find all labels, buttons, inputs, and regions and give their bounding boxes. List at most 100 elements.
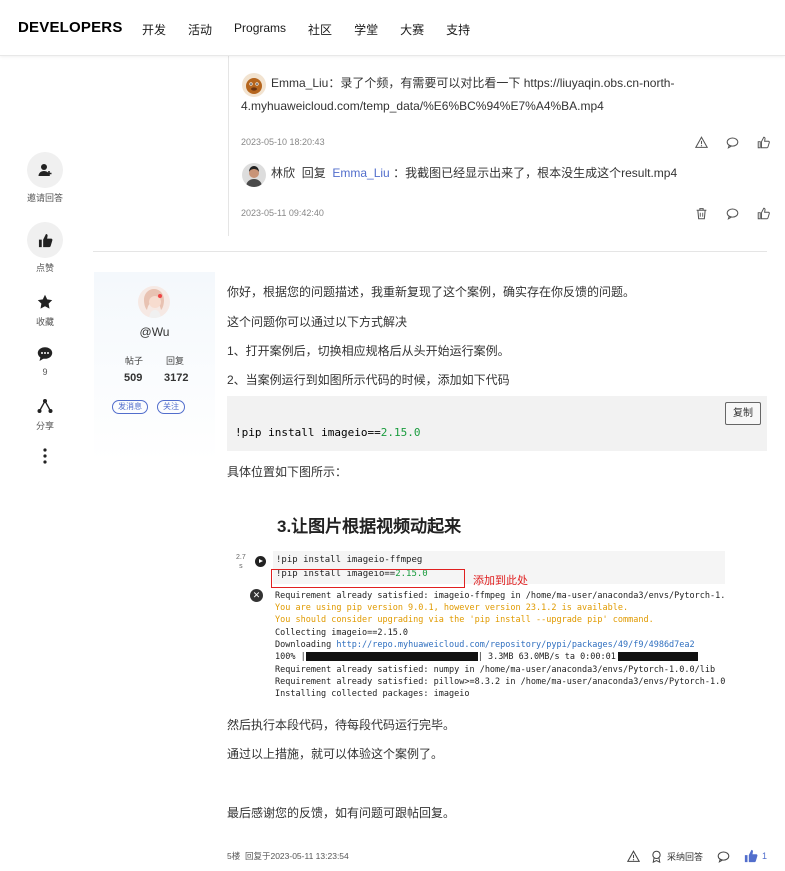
like-button[interactable]: 点赞 — [24, 222, 66, 274]
notebook-progress-text: | 3.3MB 63.0MB/s ta 0:00:01 — [477, 652, 616, 662]
comment-text-continued: 4.myhuaweicloud.com/temp_data/%E6%BC%94%… — [241, 99, 604, 113]
author-card: @Wu 帖子 回复 509 3172 发消息 关注 — [94, 272, 215, 462]
code-text: !pip install imageio== — [235, 426, 381, 439]
share-label: 分享 — [35, 421, 54, 431]
notebook-output-line: Installing collected packages: imageio — [275, 689, 470, 699]
answer-footer: 5楼 回复于2023-05-11 13:23:54 采纳回答 1 — [227, 849, 767, 864]
answer-paragraph: 最后感谢您的反馈，如有问题可跟帖回复。 — [227, 806, 456, 820]
follow-button[interactable]: 关注 — [157, 400, 185, 414]
like-count: 1 — [761, 851, 767, 861]
exec-time: 2.7 s — [236, 553, 246, 571]
nav-item-contests[interactable]: 大赛 — [400, 21, 424, 38]
vertical-ellipsis-icon — [24, 446, 66, 466]
main-nav: 开发 活动 Programs 社区 学堂 大赛 支持 — [142, 21, 492, 38]
like-button[interactable]: 1 — [744, 849, 767, 863]
thumbs-up-icon — [744, 849, 758, 863]
report-button[interactable] — [626, 849, 640, 863]
clear-output-icon: ✕ — [250, 589, 263, 602]
nav-item-activities[interactable]: 活动 — [188, 21, 212, 38]
comment-button[interactable]: 9 — [24, 344, 66, 377]
comment-timestamp: 2023-05-11 09:42:40 — [241, 208, 324, 218]
nav-item-support[interactable]: 支持 — [446, 21, 470, 38]
notebook-output-line: Requirement already satisfied: pillow>=8… — [275, 677, 725, 687]
top-nav-bar: DEVELOPERS 开发 活动 Programs 社区 学堂 大赛 支持 — [0, 0, 785, 56]
notebook-output-link: http://repo.myhuaweicloud.com/repository… — [336, 640, 695, 650]
avatar[interactable] — [242, 163, 266, 187]
answer-paragraph: 然后执行本段代码，待每段代码运行完毕。 — [227, 718, 456, 732]
send-message-button[interactable]: 发消息 — [112, 400, 148, 414]
replies-count: 3172 — [164, 372, 189, 384]
run-cell-icon — [255, 556, 266, 567]
comment-bubble-icon — [717, 851, 730, 863]
comment-body: Emma_Liu：录了个频，有需要可以对比看一下 https://liuyaqi… — [271, 72, 771, 95]
code-line[interactable]: !pip install imageio==2.15.0 — [235, 426, 420, 439]
comment-text: 录了个频，有需要可以对比看一下 https://liuyaqin.obs.cn-… — [340, 76, 675, 90]
floor-number: 5楼 — [227, 851, 241, 861]
highlight-box — [271, 569, 465, 588]
nav-item-academy[interactable]: 学堂 — [354, 21, 378, 38]
comment-bubble-icon — [24, 344, 66, 364]
notebook-output-warning: You should consider upgrading via the 'p… — [275, 615, 654, 625]
post-divider — [93, 251, 767, 252]
invite-answer-label: 邀请回答 — [26, 193, 63, 203]
invite-user-icon — [27, 152, 63, 188]
nav-item-community[interactable]: 社区 — [308, 21, 332, 38]
comment-count: 9 — [42, 367, 48, 377]
replies-label: 回复 — [166, 356, 185, 366]
progress-bar — [305, 652, 478, 661]
like-label: 点赞 — [35, 263, 54, 273]
author-name[interactable]: @Wu — [94, 325, 215, 339]
favorite-button[interactable]: 收藏 — [24, 292, 66, 328]
notebook-progress-percent: 100% | — [275, 652, 306, 662]
accept-answer-label: 采纳回答 — [666, 851, 703, 862]
site-logo[interactable]: DEVELOPERS — [18, 19, 123, 36]
notebook-output-line: Requirement already satisfied: numpy in … — [275, 665, 716, 675]
like-outline-icon[interactable] — [757, 207, 770, 220]
share-icon — [24, 396, 66, 416]
accept-answer-button[interactable]: 采纳回答 — [650, 850, 703, 863]
nav-item-develop[interactable]: 开发 — [142, 21, 166, 38]
comment-separator: ： — [393, 166, 406, 180]
comment-author[interactable]: 林欣 — [271, 166, 295, 180]
answer-paragraph: 2、当案例运行到如图所示代码的时候，添加如下代码 — [227, 373, 510, 387]
award-badge-icon — [652, 850, 661, 863]
posts-count: 509 — [124, 372, 143, 384]
comment-thread: Emma_Liu：录了个频，有需要可以对比看一下 https://liuyaqi… — [228, 56, 773, 236]
comment-text: 我截图已经显示出来了，根本没生成这个result.mp4 — [405, 166, 678, 180]
report-warning-icon — [626, 849, 640, 862]
notebook-output-line: Requirement already satisfied: imageio-f… — [275, 591, 725, 601]
delete-trash-icon[interactable] — [695, 207, 708, 220]
thumbs-up-icon — [27, 222, 63, 258]
share-button[interactable]: 分享 — [24, 396, 66, 432]
copy-code-button[interactable]: 复制 — [725, 402, 761, 425]
reply-word: 回复 — [301, 166, 326, 180]
progress-bar — [617, 652, 698, 661]
answer-paragraph: 具体位置如下图所示： — [227, 465, 348, 479]
invite-answer-button[interactable]: 邀请回答 — [24, 152, 66, 204]
answer-paragraph: 这个问题你可以通过以下方式解决 — [227, 315, 408, 329]
comment-timestamp: 2023-05-10 18:20:43 — [241, 137, 325, 147]
like-outline-icon[interactable] — [757, 136, 770, 149]
more-options-button[interactable] — [24, 446, 66, 466]
comment-button[interactable] — [717, 850, 730, 863]
reply-timestamp: 回复于2023-05-11 13:23:54 — [244, 851, 349, 861]
notebook-output-text: Downloading — [275, 640, 337, 650]
comment-author[interactable]: Emma_Liu — [271, 76, 328, 90]
screenshot-section-heading: 3.让图片根据视频动起来 — [277, 517, 462, 536]
answer-paragraph: 通过以上措施，就可以体验这个案例了。 — [227, 747, 444, 761]
report-warning-icon[interactable] — [695, 136, 708, 149]
answer-paragraph: 1、打开案例后，切换相应规格后从头开始运行案例。 — [227, 344, 510, 358]
notebook-code-line: !pip install imageio-ffmpeg — [276, 555, 423, 565]
reply-comment-icon[interactable] — [726, 136, 739, 149]
avatar[interactable] — [138, 286, 170, 318]
code-version: 2.15.0 — [380, 426, 421, 439]
reply-to-user-link[interactable]: Emma_Liu — [332, 166, 389, 180]
highlight-annotation: 添加到此处 — [473, 575, 528, 587]
reply-comment-icon[interactable] — [726, 207, 739, 220]
notebook-screenshot: 2.7 s !pip install imageio-ffmpeg !pip in… — [235, 551, 725, 711]
notebook-output-line: Downloading http://repo.myhuaweicloud.co… — [275, 640, 725, 650]
nav-item-programs[interactable]: Programs — [234, 21, 286, 38]
exec-time-unit: s — [239, 563, 243, 570]
avatar[interactable] — [242, 73, 266, 97]
comment-separator: ： — [328, 76, 341, 90]
